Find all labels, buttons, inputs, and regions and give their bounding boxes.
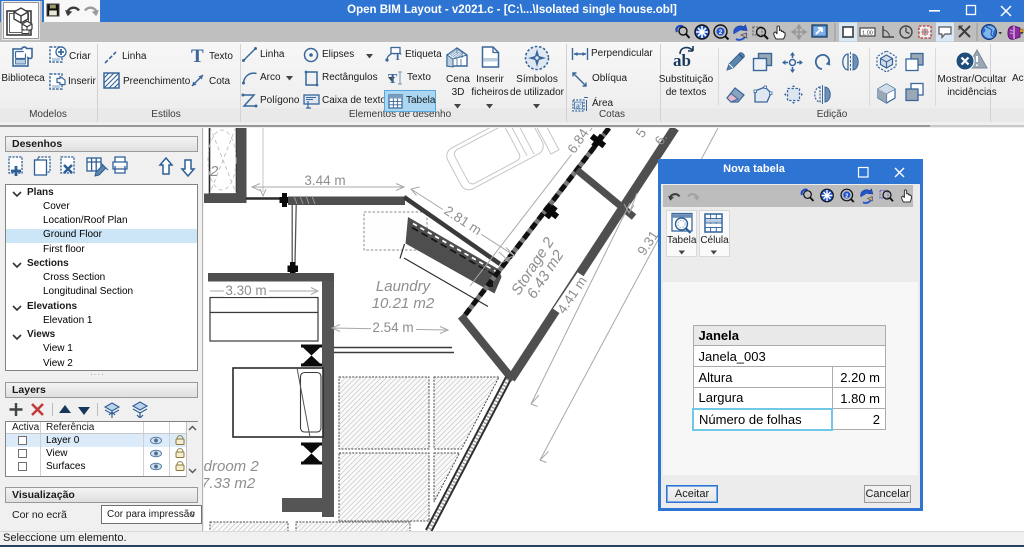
svg-text:T: T [388, 72, 398, 86]
svg-text:10.21 m2: 10.21 m2 [372, 295, 435, 312]
svg-text:2: 2 [845, 193, 848, 199]
svg-text:3.44 m: 3.44 m [304, 173, 345, 188]
svg-text:T: T [394, 51, 402, 63]
svg-text:Laundry: Laundry [376, 278, 432, 295]
svg-text:2.54 m: 2.54 m [372, 320, 413, 335]
svg-text:a': a' [576, 104, 581, 111]
svg-text:1.00: 1.00 [862, 31, 873, 37]
svg-text:Bedroom 2: Bedroom 2 [204, 458, 259, 475]
svg-text:17.33 m2: 17.33 m2 [204, 475, 256, 492]
svg-text:2: 2 [209, 163, 219, 180]
svg-text:ab: ab [673, 51, 691, 70]
svg-text:2.81 m: 2.81 m [442, 203, 485, 238]
svg-text:5: 5 [633, 128, 650, 140]
